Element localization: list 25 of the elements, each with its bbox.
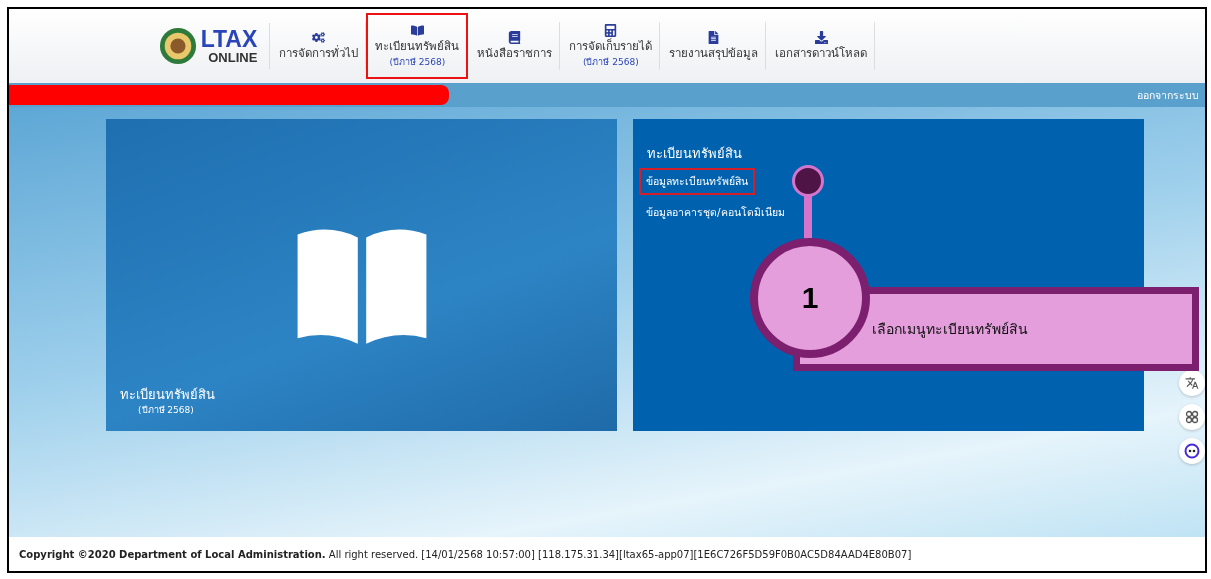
menu-link[interactable]: ข้อมูลทะเบียนทรัพย์สิน — [639, 168, 755, 195]
openbook-icon — [410, 23, 424, 37]
copyright-text: Copyright ©2020 Department of Local Administration. All right reserved. [14/01/2568 10:57:00] [118.175.31.34][ltax65-app07][1E6C726F5D59F0B0AC5D84AAD4E80B07] — [19, 548, 912, 560]
gears-icon — [312, 30, 326, 44]
logo-subtitle: ONLINE — [208, 49, 258, 65]
image-card[interactable]: ทะเบียนทรัพย์สิน (ปีภาษี 2568) — [106, 119, 617, 431]
file-icon — [707, 30, 721, 44]
nav-item[interactable]: ทะเบียนทรัพย์สิน (ปีภาษี 2568) — [366, 13, 469, 79]
logo-title: LTAX — [200, 27, 258, 50]
nav-item[interactable]: การจัดเก็บรายได้ (ปีภาษี 2568) — [560, 21, 661, 71]
menu-title: ทะเบียนทรัพย์สิน — [647, 145, 743, 163]
nav-item[interactable]: หนังสือราชการ — [468, 21, 561, 71]
book-icon — [508, 30, 522, 44]
card-subtitle: (ปีภาษี 2568) — [138, 404, 195, 417]
card-title: ทะเบียนทรัพย์สิน — [120, 387, 216, 403]
emblem-icon — [158, 27, 197, 65]
download-icon — [814, 30, 828, 44]
nav-item[interactable]: การจัดการทั่วไป — [270, 21, 367, 71]
translate-icon — [1185, 376, 1199, 390]
grid-icon — [1185, 410, 1199, 424]
robot-face-icon — [1184, 443, 1200, 459]
menu-link[interactable]: ข้อมูลอาคารชุด/คอนโดมิเนียม — [639, 199, 792, 226]
calculator-icon — [604, 23, 618, 37]
nav-item[interactable]: รายงานสรุปข้อมูล — [660, 21, 767, 71]
nav-item[interactable]: เอกสารดาวน์โหลด — [766, 21, 876, 71]
